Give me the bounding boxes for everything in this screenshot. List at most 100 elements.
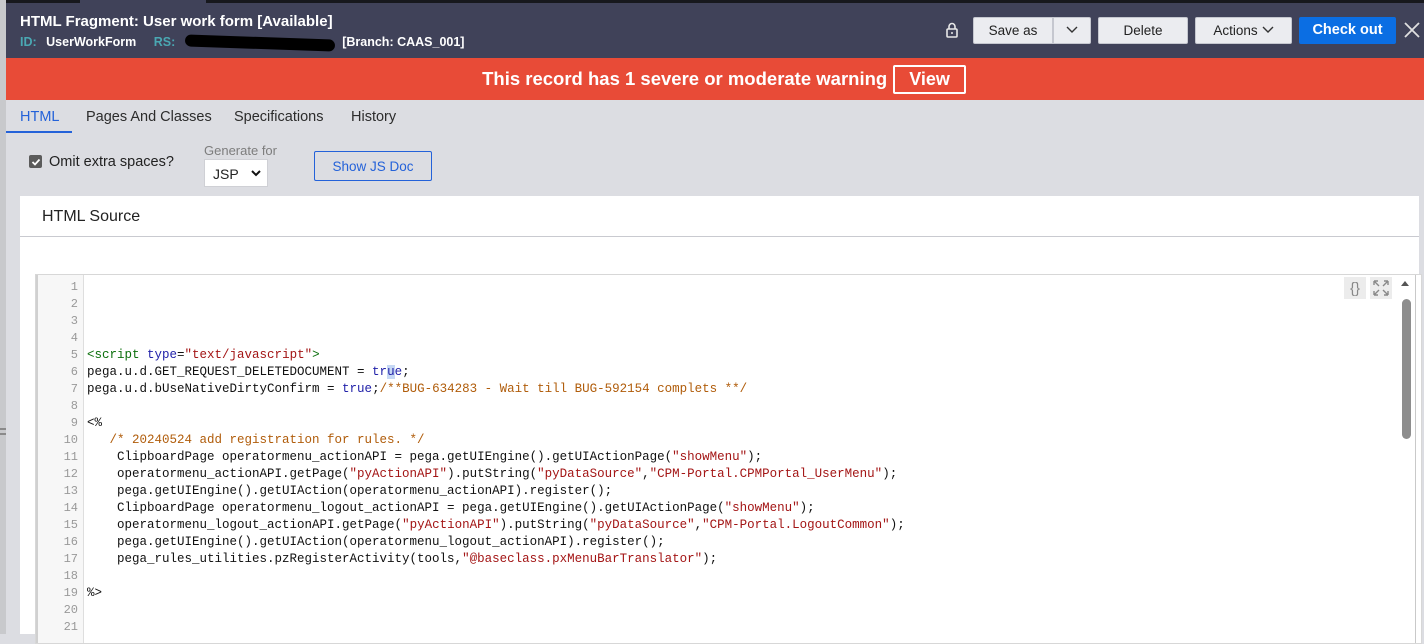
delete-button[interactable]: Delete	[1098, 16, 1188, 44]
code-text: ClipboardPage operatormenu_logout_action…	[87, 500, 815, 517]
code-token: true	[342, 382, 373, 396]
code-token: ClipboardPage operatormenu_logout_action…	[87, 501, 725, 515]
code-token: ;	[372, 382, 380, 396]
record-header: HTML Fragment: User work form [Available…	[6, 0, 1424, 58]
line-number: 19	[63, 586, 78, 600]
scrollbar-track	[1415, 275, 1416, 643]
line-number: 8	[70, 399, 78, 413]
code-token: ,	[642, 467, 650, 481]
line-number: 11	[63, 450, 78, 464]
code-token: <script	[87, 348, 148, 362]
code-token: );	[702, 552, 718, 566]
code-text: pega.getUIEngine().getUIAction(operatorm…	[87, 483, 612, 500]
code-token: /**BUG-634283 - Wait till BUG-592154 com…	[379, 382, 748, 396]
code-token: "pyActionAPI"	[402, 518, 500, 532]
save-as-dropdown-button[interactable]	[1053, 16, 1091, 44]
code-text: ClipboardPage operatormenu_actionAPI = p…	[87, 449, 762, 466]
line-number: 12	[63, 467, 78, 481]
check-out-button[interactable]: Check out	[1299, 16, 1396, 44]
code-token: );	[747, 450, 763, 464]
code-token: pega.u.d.bUseNativeDirtyConfirm =	[87, 382, 343, 396]
code-token: "showMenu"	[672, 450, 748, 464]
chevron-down-icon	[1262, 26, 1274, 33]
code-text: <%	[87, 415, 102, 432]
actions-label: Actions	[1213, 22, 1258, 38]
fullscreen-icon[interactable]	[1370, 277, 1392, 299]
id-label: ID:	[20, 35, 37, 49]
line-number: 21	[63, 620, 78, 634]
rs-label: RS:	[153, 35, 176, 49]
warning-text: This record has 1 severe or moderate war…	[482, 68, 888, 89]
code-token: operatormenu_logout_actionAPI.getPage(	[87, 518, 403, 532]
line-number: 15	[63, 518, 78, 532]
code-token: "CPM-Portal.CPMPortal_UserMenu"	[649, 467, 883, 481]
code-editor[interactable]: 1 2 3 4 5 <script type="text/javascript"> 6 peg…	[35, 274, 1422, 644]
scroll-up-arrow-icon[interactable]	[1401, 281, 1409, 286]
line-number: 6	[70, 365, 78, 379]
code-token: %>	[87, 586, 103, 600]
code-token: ;	[402, 365, 410, 379]
omit-spaces-checkbox[interactable]	[29, 155, 42, 168]
tab-html[interactable]: HTML	[20, 109, 59, 125]
code-token: >	[312, 348, 320, 362]
code-text: pega.u.d.GET_REQUEST_DELETEDOCUMENT = tr…	[87, 364, 410, 381]
generate-for-label: Generate for	[204, 143, 277, 158]
format-braces-icon[interactable]: {}	[1344, 277, 1366, 299]
code-text: operatormenu_actionAPI.getPage("pyAction…	[87, 466, 897, 483]
panel-divider	[20, 236, 1419, 237]
record-title: HTML Fragment: User work form [Available…	[20, 13, 333, 30]
code-token: <%	[87, 416, 103, 430]
code-token: );	[799, 501, 815, 515]
code-token: pega.getUIEngine().getUIAction(operatorm…	[87, 484, 613, 498]
code-text: pega_rules_utilities.pzRegisterActivity(…	[87, 551, 717, 568]
generate-for-value: JSP	[213, 166, 239, 182]
line-number: 1	[70, 280, 78, 294]
resize-grip	[0, 433, 6, 435]
line-number: 17	[63, 552, 78, 566]
line-number: 5	[70, 348, 78, 362]
tab-bar: HTML Pages And Classes Specifications Hi…	[6, 100, 1424, 134]
code-token: "@baseclass.pxMenuBarTranslator"	[462, 552, 703, 566]
actions-button[interactable]: Actions	[1195, 16, 1292, 44]
code-token: );	[882, 467, 898, 481]
view-warnings-button[interactable]: View	[893, 64, 966, 94]
tab-history[interactable]: History	[351, 109, 396, 125]
tab-specifications[interactable]: Specifications	[234, 109, 323, 125]
line-number: 18	[63, 569, 78, 583]
generate-for-select[interactable]: JSP	[204, 159, 268, 187]
resize-grip	[0, 428, 6, 430]
options-row: Omit extra spaces? Generate for JSP Show…	[6, 134, 1424, 196]
code-token: pega_rules_utilities.pzRegisterActivity(…	[87, 552, 463, 566]
code-token: e	[394, 365, 403, 379]
vertical-scrollbar-thumb[interactable]	[1402, 299, 1411, 439]
top-edge	[6, 0, 1424, 3]
code-token: tr	[372, 365, 388, 379]
save-as-button[interactable]: Save as	[973, 16, 1053, 44]
line-number: 4	[70, 331, 78, 345]
code-text: %>	[87, 585, 102, 602]
code-token: pega.u.d.GET_REQUEST_DELETEDOCUMENT =	[87, 365, 373, 379]
code-token: "pyActionAPI"	[349, 467, 448, 481]
code-token: "text/javascript"	[184, 348, 313, 362]
code-token: "pyDataSource"	[537, 467, 643, 481]
line-number: 9	[70, 416, 78, 430]
line-number: 10	[63, 433, 78, 447]
code-token: "pyDataSource"	[589, 518, 695, 532]
code-token: );	[889, 518, 905, 532]
line-number: 3	[70, 314, 78, 328]
editor-toolbar: {}	[1340, 277, 1392, 299]
checkmark-icon	[31, 158, 40, 166]
chevron-down-icon	[1066, 26, 1078, 33]
rs-value: [Branch: CAAS_001]	[342, 35, 465, 49]
omit-spaces-label: Omit extra spaces?	[49, 154, 174, 170]
chevron-down-icon	[251, 170, 261, 177]
code-token: ClipboardPage operatormenu_actionAPI = p…	[87, 450, 673, 464]
tab-pages-and-classes[interactable]: Pages And Classes	[86, 109, 212, 125]
code-token: "showMenu"	[724, 501, 800, 515]
line-number: 14	[63, 501, 78, 515]
show-js-doc-button[interactable]: Show JS Doc	[314, 151, 432, 181]
line-number: 13	[63, 484, 78, 498]
lock-icon	[943, 21, 961, 39]
close-icon[interactable]	[1400, 18, 1424, 42]
warning-banner: This record has 1 severe or moderate war…	[6, 58, 1424, 100]
